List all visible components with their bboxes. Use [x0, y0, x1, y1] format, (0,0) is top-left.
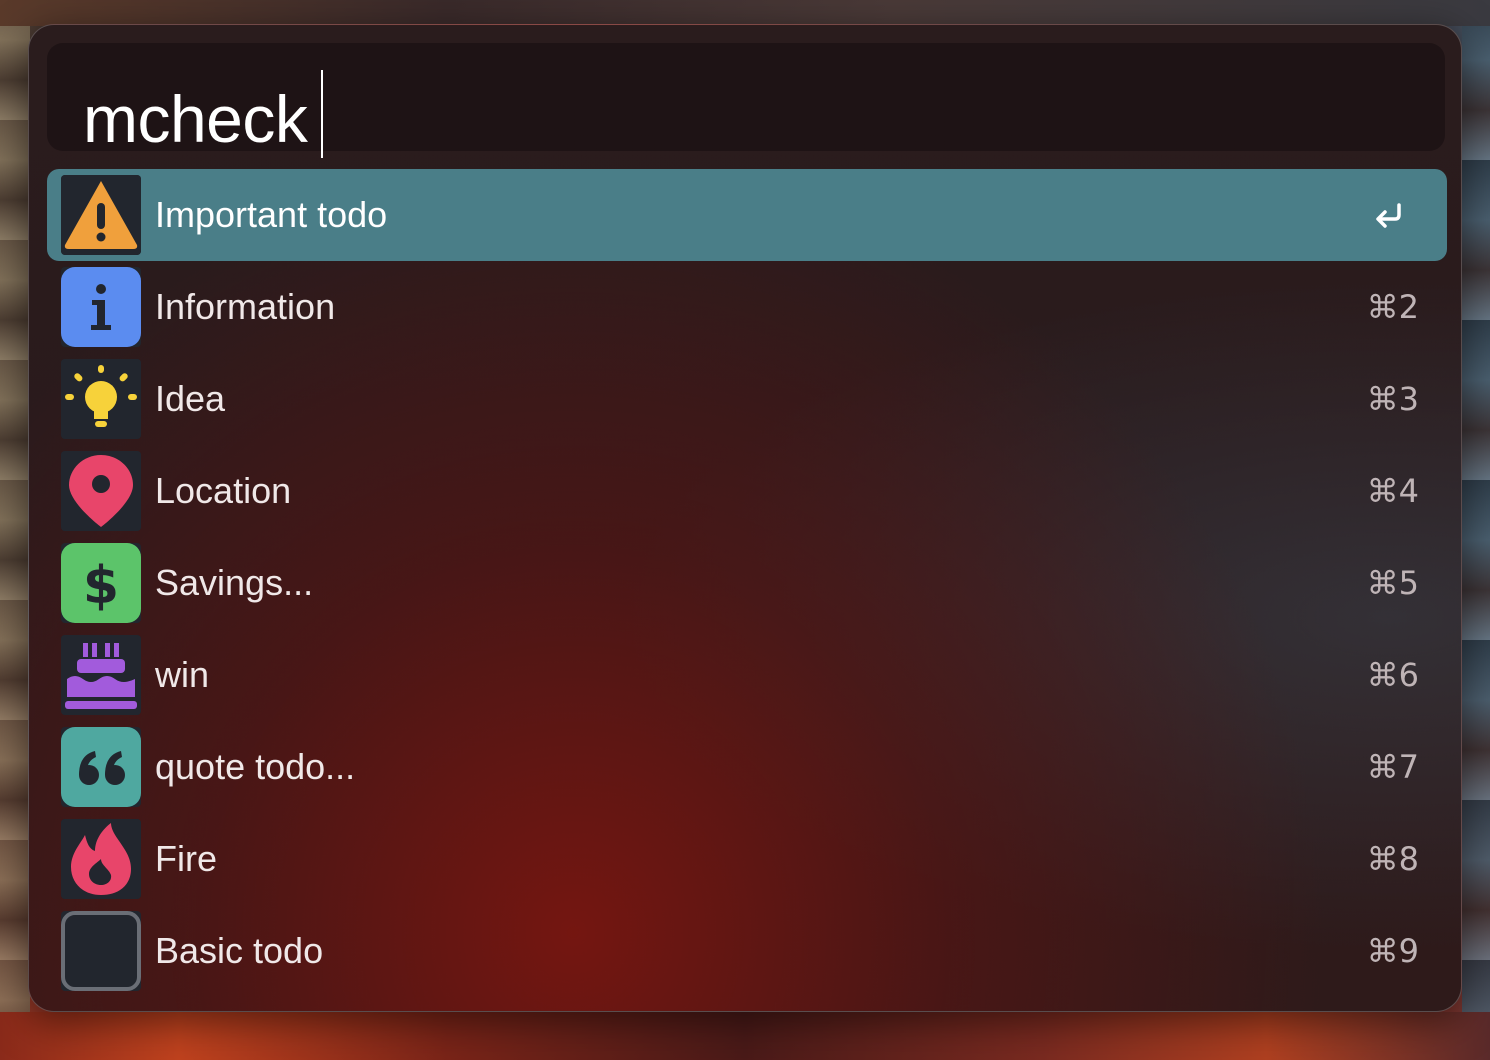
- desktop-wallpaper-left: [0, 0, 30, 1060]
- shortcut-hint: ⌘4: [1366, 472, 1419, 510]
- svg-text:$: $: [83, 556, 119, 616]
- result-item-basic-todo[interactable]: Basic todo ⌘9: [47, 905, 1447, 997]
- desktop-wallpaper-right: [1462, 0, 1490, 1060]
- result-label: Basic todo: [155, 930, 324, 971]
- result-item-savings[interactable]: $ Savings... ⌘5: [47, 537, 1447, 629]
- search-field[interactable]: mcheck: [47, 43, 1445, 158]
- cake-icon: [61, 635, 141, 715]
- result-label: Information: [155, 286, 336, 327]
- shortcut-hint: ⌘6: [1366, 656, 1419, 694]
- result-label: win: [155, 654, 210, 695]
- result-label: Savings...: [155, 562, 314, 603]
- dollar-icon: $: [61, 543, 141, 623]
- result-item-location[interactable]: Location ⌘4: [47, 445, 1447, 537]
- result-label: Fire: [155, 838, 217, 879]
- shortcut-hint: ⌘9: [1366, 932, 1419, 970]
- quote-icon: [61, 727, 141, 807]
- result-item-important-todo[interactable]: Important todo: [47, 169, 1447, 261]
- empty-square-icon: [61, 911, 141, 991]
- result-label: Location: [155, 470, 292, 511]
- shortcut-hint: ⌘2: [1366, 288, 1419, 326]
- warning-icon: [61, 175, 141, 255]
- result-item-idea[interactable]: Idea ⌘3: [47, 353, 1447, 445]
- info-icon: [61, 267, 141, 347]
- lightbulb-icon: [61, 359, 141, 439]
- return-key-icon: [1376, 203, 1401, 228]
- result-item-quote-todo[interactable]: quote todo... ⌘7: [47, 721, 1447, 813]
- result-label: Idea: [155, 378, 226, 419]
- map-pin-icon: [61, 451, 141, 531]
- result-label: quote todo...: [155, 746, 356, 787]
- result-item-fire[interactable]: Fire ⌘8: [47, 813, 1447, 905]
- shortcut-hint: ⌘7: [1366, 748, 1419, 786]
- shortcut-hint: ⌘8: [1366, 840, 1419, 878]
- desktop-wallpaper-top: [0, 0, 1490, 26]
- search-input[interactable]: mcheck: [83, 83, 308, 155]
- launcher-panel: mcheck Important todo Information ⌘2 Ide…: [28, 24, 1462, 1012]
- result-label: Important todo: [155, 194, 388, 235]
- result-item-information[interactable]: Information ⌘2: [47, 261, 1447, 353]
- fire-icon: [61, 819, 141, 899]
- shortcut-hint: ⌘3: [1366, 380, 1419, 418]
- results-list: Important todo Information ⌘2 Idea ⌘3 Lo…: [47, 169, 1447, 997]
- shortcut-hint: ⌘5: [1366, 564, 1419, 602]
- text-caret: [321, 70, 323, 158]
- desktop-wallpaper-bottom: [0, 1012, 1490, 1060]
- result-item-win[interactable]: win ⌘6: [47, 629, 1447, 721]
